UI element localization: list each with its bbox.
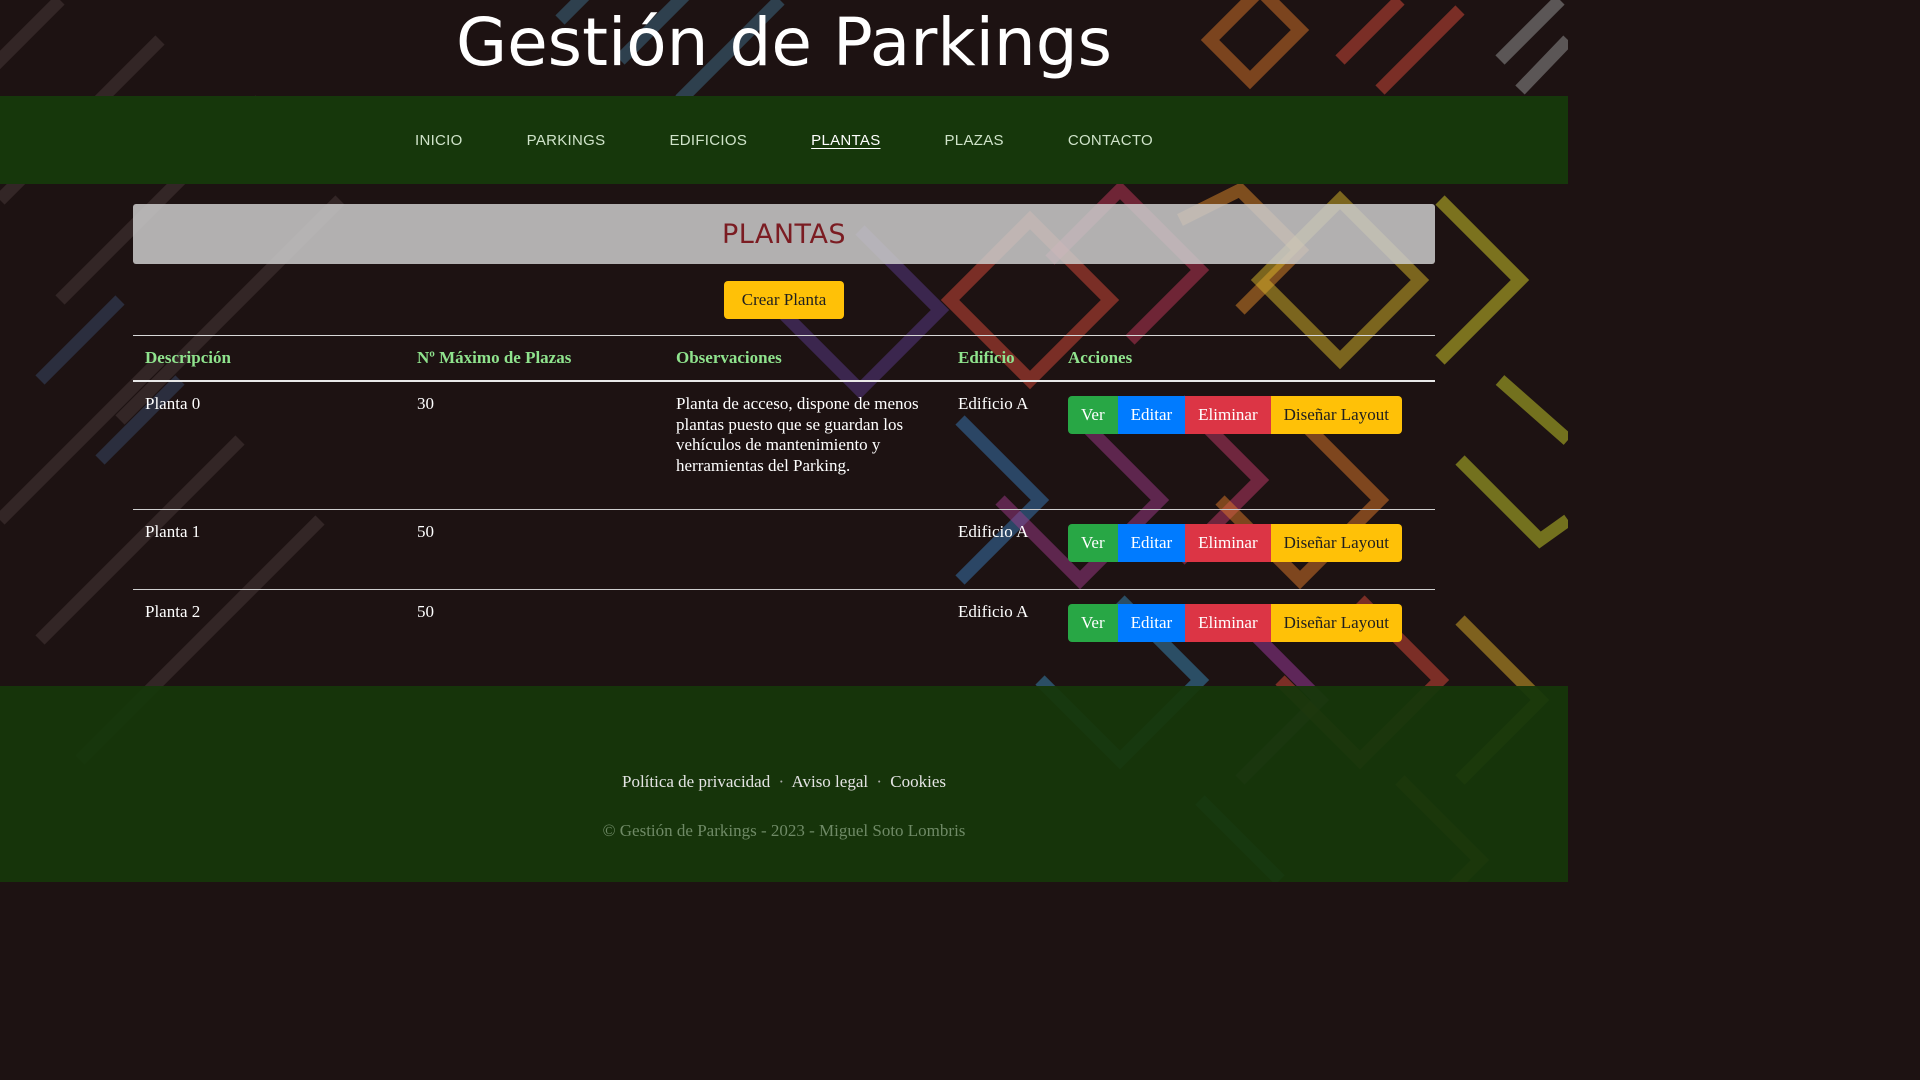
column-header-observaciones: Observaciones: [664, 335, 946, 382]
plantas-table: Descripción Nº Máximo de Plazas Observac…: [133, 335, 1435, 669]
site-header: Gestión de Parkings: [0, 0, 1568, 96]
editar-button[interactable]: Editar: [1117, 523, 1186, 562]
disenar-layout-button[interactable]: Diseñar Layout: [1270, 523, 1402, 562]
table-row: Planta 1 50 Edificio A Ver Editar Elimin…: [133, 508, 1435, 589]
footer-separator: ·: [876, 772, 883, 791]
action-button-group: Ver Editar Eliminar Diseñar Layout: [1068, 522, 1423, 562]
ver-button[interactable]: Ver: [1068, 396, 1118, 434]
disenar-layout-button[interactable]: Diseñar Layout: [1270, 603, 1402, 642]
table-row: Planta 2 50 Edificio A Ver Editar Elimin…: [133, 588, 1435, 669]
nav-item-parkings[interactable]: PARKINGS: [527, 132, 606, 149]
cell-acciones: Ver Editar Eliminar Diseñar Layout: [1056, 508, 1435, 589]
nav-item-plazas[interactable]: PLAZAS: [945, 132, 1004, 149]
table-header-row: Descripción Nº Máximo de Plazas Observac…: [133, 335, 1435, 382]
site-title: Gestión de Parkings: [455, 4, 1113, 81]
create-planta-button[interactable]: Crear Planta: [724, 281, 844, 319]
column-header-acciones: Acciones: [1056, 335, 1435, 382]
cell-descripcion: Planta 1: [133, 508, 405, 589]
cell-descripcion: Planta 0: [145, 394, 201, 413]
cell-acciones: Ver Editar Eliminar Diseñar Layout: [1056, 381, 1435, 509]
disenar-layout-button[interactable]: Diseñar Layout: [1270, 396, 1402, 434]
nav-item-edificios[interactable]: EDIFICIOS: [669, 132, 747, 149]
cell-descripcion: Planta 2: [133, 588, 405, 669]
page-heading-box: PLANTAS: [133, 204, 1435, 264]
cell-acciones: Ver Editar Eliminar Diseñar Layout: [1056, 588, 1435, 669]
copyright-text: © Gestión de Parkings - 2023 - Miguel So…: [602, 821, 966, 840]
eliminar-button[interactable]: Eliminar: [1185, 396, 1271, 434]
cell-edificio: Edificio A: [946, 588, 1056, 669]
nav-item-plantas[interactable]: PLANTAS: [811, 132, 880, 149]
cell-edificio: Edificio A: [946, 508, 1056, 589]
action-button-group: Ver Editar Eliminar Diseñar Layout: [1068, 602, 1423, 642]
privacy-policy-link[interactable]: Política de privacidad: [622, 772, 770, 791]
action-button-group: Ver Editar Eliminar Diseñar Layout: [1068, 394, 1423, 434]
cell-observaciones: Planta de acceso, dispone de menos plant…: [676, 394, 919, 475]
editar-button[interactable]: Editar: [1117, 396, 1186, 434]
page-heading: PLANTAS: [721, 218, 847, 250]
nav-item-inicio[interactable]: INICIO: [415, 132, 463, 149]
editar-button[interactable]: Editar: [1117, 603, 1186, 642]
column-header-descripcion: Descripción: [133, 335, 405, 382]
cookies-link[interactable]: Cookies: [890, 772, 946, 791]
footer-separator: ·: [778, 772, 785, 791]
cell-observaciones: [664, 508, 946, 589]
eliminar-button[interactable]: Eliminar: [1185, 603, 1271, 642]
column-header-edificio: Edificio: [946, 335, 1056, 382]
cell-max-plazas: 50: [405, 508, 664, 589]
main-content: PLANTAS Crear Planta Descripción Nº Máxi…: [0, 184, 1568, 686]
eliminar-button[interactable]: Eliminar: [1185, 523, 1271, 562]
cell-observaciones: [664, 588, 946, 669]
nav-item-contacto[interactable]: CONTACTO: [1068, 132, 1153, 149]
site-footer: Política de privacidad · Aviso legal · C…: [0, 686, 1568, 882]
legal-notice-link[interactable]: Aviso legal: [791, 772, 868, 791]
ver-button[interactable]: Ver: [1068, 603, 1118, 642]
footer-links: Política de privacidad · Aviso legal · C…: [0, 772, 1568, 792]
ver-button[interactable]: Ver: [1068, 523, 1118, 562]
cell-max-plazas: 30: [417, 394, 434, 413]
main-nav: INICIO PARKINGS EDIFICIOS PLANTAS PLAZAS…: [0, 96, 1568, 184]
table-row: Planta 0 30 Planta de acceso, dispone de…: [133, 381, 1435, 509]
cell-max-plazas: 50: [405, 588, 664, 669]
cell-edificio: Edificio A: [958, 394, 1029, 413]
column-header-max-plazas: Nº Máximo de Plazas: [405, 335, 664, 382]
